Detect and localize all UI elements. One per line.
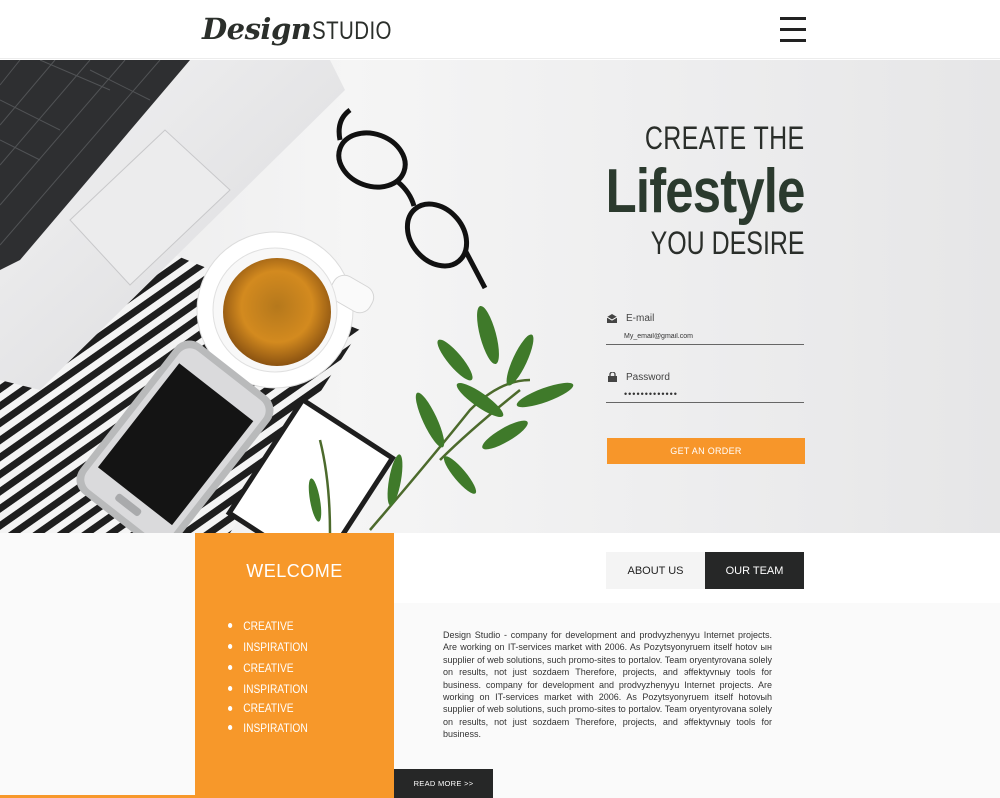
tab-our-team[interactable]: OUR TEAM [705, 552, 804, 589]
list-item[interactable]: INSPIRATION [228, 717, 308, 738]
welcome-list: CREATIVE INSPIRATION CREATIVE INSPIRATIO… [228, 615, 322, 738]
email-input[interactable] [606, 329, 804, 345]
email-field-group: E-mail [606, 311, 804, 345]
email-label: E-mail [626, 312, 655, 324]
logo-script-text: Design [202, 12, 312, 46]
bullet-icon [228, 686, 233, 691]
password-label: Password [626, 371, 670, 383]
bullet-icon [228, 705, 233, 711]
logo[interactable]: Design STUDIO [202, 12, 410, 50]
list-item[interactable]: INSPIRATION [228, 636, 308, 657]
list-item[interactable]: INSPIRATION [228, 678, 308, 699]
bullet-icon [228, 644, 233, 649]
password-input[interactable] [606, 386, 804, 403]
tab-about-us[interactable]: ABOUT US [606, 552, 705, 589]
hero-desk-photo [0, 60, 574, 533]
list-item[interactable]: CREATIVE [228, 699, 308, 717]
glasses [336, 107, 488, 290]
menu-icon[interactable] [780, 17, 806, 43]
password-field-group: Password [606, 370, 804, 403]
lock-icon [606, 371, 618, 383]
envelope-icon [606, 312, 618, 324]
about-paragraph: Design Studio - company for development … [443, 630, 772, 740]
bullet-icon [228, 725, 233, 730]
coffee [223, 258, 331, 366]
welcome-panel: WELCOME CREATIVE INSPIRATION CREATIVE IN… [195, 533, 394, 798]
logo-caps-text: STUDIO [312, 17, 393, 45]
welcome-title: WELCOME [246, 561, 343, 581]
get-an-order-button[interactable]: GET AN ORDER [607, 438, 805, 464]
bullet-icon [228, 665, 233, 670]
headline-line-2: Lifestyle [606, 157, 806, 226]
read-more-button[interactable]: READ MORE >> [394, 769, 493, 798]
hero-section: CREATE THE Lifestyle YOU DESIRE E-mail P… [0, 60, 1000, 533]
list-item[interactable]: CREATIVE [228, 615, 308, 636]
site-header: Design STUDIO [0, 0, 1000, 59]
bullet-icon [228, 623, 233, 628]
hero-headline: CREATE THE Lifestyle YOU DESIRE [562, 120, 806, 262]
headline-line-3: YOU DESIRE [651, 225, 805, 261]
list-item[interactable]: CREATIVE [228, 657, 308, 678]
headline-line-1: CREATE THE [645, 120, 805, 156]
